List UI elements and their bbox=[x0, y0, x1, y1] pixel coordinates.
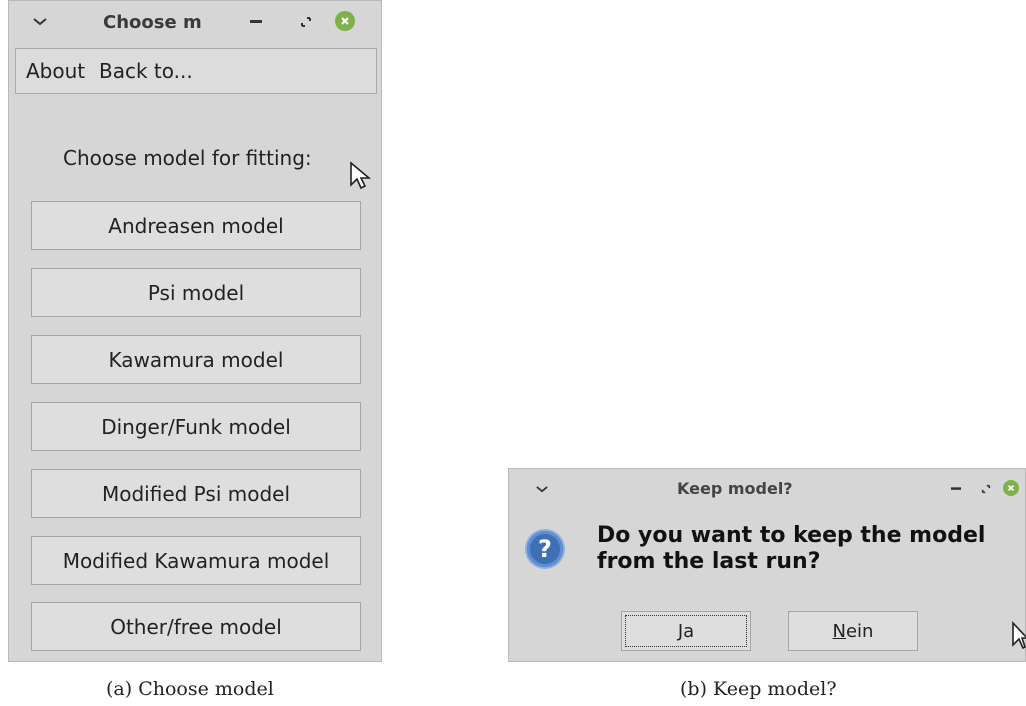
yes-label-rest: a bbox=[683, 620, 695, 642]
no-button[interactable]: Nein bbox=[788, 611, 918, 651]
title-bar: Choose m bbox=[9, 1, 381, 45]
choose-model-prompt: Choose model for fitting: bbox=[63, 146, 312, 170]
maximize-icon[interactable] bbox=[975, 478, 997, 500]
no-label-rest: ein bbox=[845, 620, 874, 642]
andreasen-model-button[interactable]: Andreasen model bbox=[31, 201, 361, 250]
question-icon: ? bbox=[527, 531, 563, 567]
close-icon[interactable] bbox=[1003, 480, 1019, 496]
chevron-down-icon[interactable] bbox=[531, 478, 553, 500]
dialog-question: Do you want to keep the model from the l… bbox=[597, 523, 986, 574]
menu-bar: About Back to... bbox=[15, 48, 377, 94]
menu-back-to[interactable]: Back to... bbox=[99, 49, 193, 93]
modified-psi-model-button[interactable]: Modified Psi model bbox=[31, 469, 361, 518]
minimize-icon[interactable] bbox=[245, 11, 267, 33]
minimize-icon[interactable] bbox=[945, 478, 967, 500]
caption-b: (b) Keep model? bbox=[680, 678, 837, 700]
other-free-model-button[interactable]: Other/free model bbox=[31, 602, 361, 651]
no-mnemonic: N bbox=[832, 620, 846, 642]
psi-model-button[interactable]: Psi model bbox=[31, 268, 361, 317]
menu-about[interactable]: About bbox=[26, 49, 85, 93]
caption-a: (a) Choose model bbox=[106, 678, 274, 700]
window-title: Choose m bbox=[103, 12, 202, 33]
choose-model-window: Choose m About Back to... Choose model f… bbox=[8, 0, 382, 662]
kawamura-model-button[interactable]: Kawamura model bbox=[31, 335, 361, 384]
dinger-funk-model-button[interactable]: Dinger/Funk model bbox=[31, 402, 361, 451]
dialog-title: Keep model? bbox=[677, 479, 793, 498]
yes-button[interactable]: Ja bbox=[621, 611, 751, 651]
chevron-down-icon[interactable] bbox=[29, 11, 51, 33]
close-icon[interactable] bbox=[335, 11, 355, 31]
mouse-pointer-icon bbox=[1011, 620, 1026, 651]
mouse-pointer-icon bbox=[349, 161, 372, 191]
keep-model-dialog: Keep model? ? Do you want to keep the mo… bbox=[508, 468, 1026, 662]
modified-kawamura-model-button[interactable]: Modified Kawamura model bbox=[31, 536, 361, 585]
dialog-title-bar: Keep model? bbox=[509, 469, 1025, 509]
maximize-icon[interactable] bbox=[295, 11, 317, 33]
